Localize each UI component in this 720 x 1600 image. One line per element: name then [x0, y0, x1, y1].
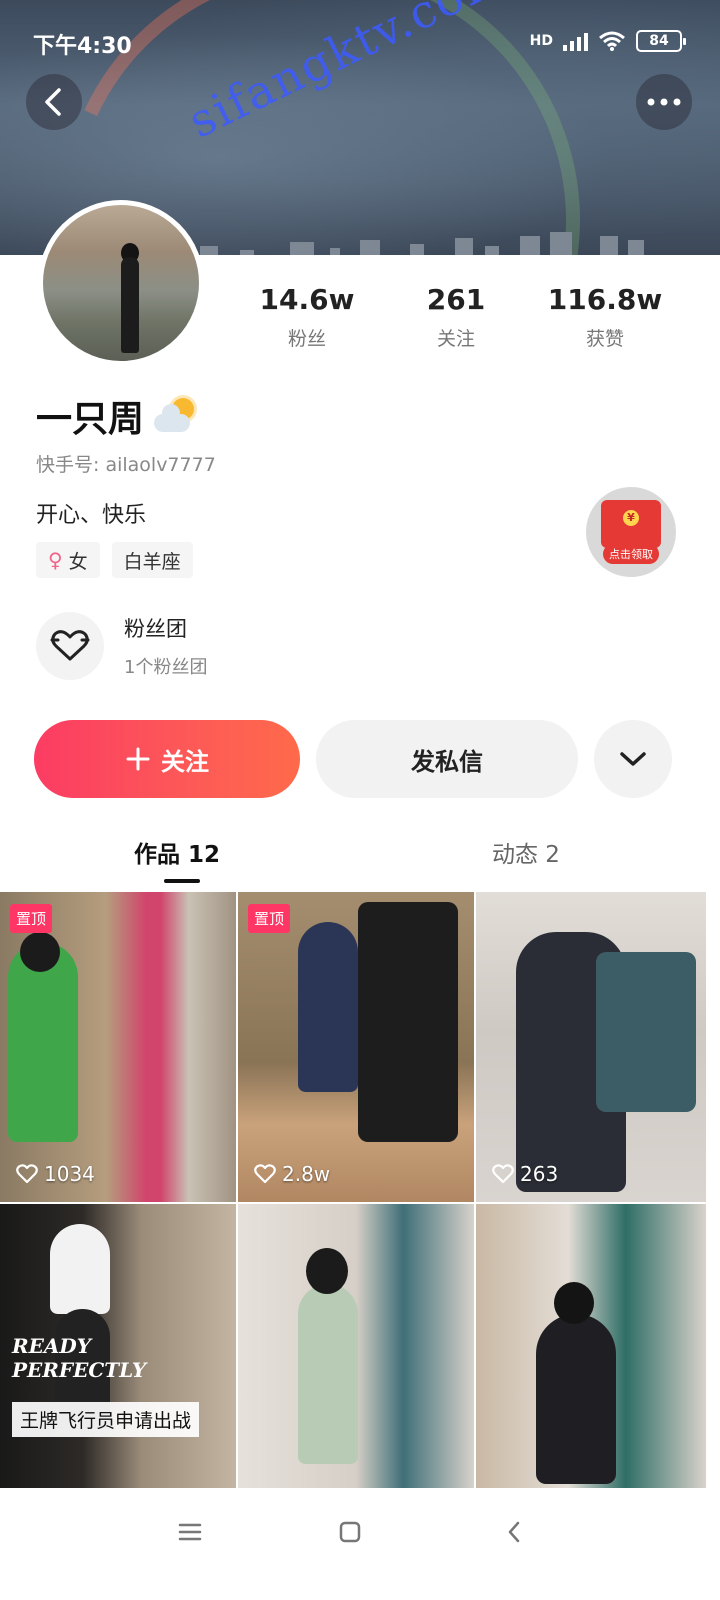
heart-badge-icon [36, 612, 104, 680]
wifi-icon [599, 31, 625, 51]
gender-label: 女 [68, 550, 88, 573]
tab-works[interactable]: 作品 12 [134, 835, 220, 883]
video-caption: 王牌飞行员申请出战 [12, 1402, 200, 1437]
video-thumbnail[interactable]: 置顶 2.8w [238, 892, 474, 1202]
like-count-value: 2.8w [282, 1162, 331, 1186]
video-thumbnail[interactable]: READY PERFECTLY 王牌飞行员申请出战 [0, 1204, 236, 1514]
fan-club-subtitle: 1个粉丝团 [124, 657, 208, 678]
like-count-value: 263 [520, 1162, 559, 1186]
chevron-left-icon [508, 1521, 520, 1543]
pinned-badge: 置顶 [10, 904, 53, 933]
follow-button[interactable]: 关注 [34, 720, 300, 798]
gender-tag: ♀ 女 [36, 542, 100, 578]
heart-icon [492, 1164, 514, 1184]
recent-apps-button[interactable] [170, 1512, 210, 1552]
battery-level: 84 [649, 33, 669, 49]
menu-icon [178, 1523, 202, 1541]
square-icon [339, 1521, 361, 1543]
red-packet-button[interactable]: 点击领取 [586, 487, 676, 577]
network-type: HD [529, 33, 553, 49]
stat-likes[interactable]: 116.8w 获赞 [530, 283, 680, 351]
stat-following-label: 关注 [436, 328, 475, 350]
more-dots-icon [647, 98, 681, 106]
like-count: 1034 [16, 1162, 95, 1186]
content-tabs: 作品 12 动态 2 [0, 835, 720, 887]
stat-following[interactable]: 261 关注 [381, 283, 531, 351]
status-icons: HD 84 [529, 30, 686, 52]
red-envelope-icon [601, 500, 661, 548]
like-count: 263 [492, 1162, 558, 1186]
video-thumbnail[interactable]: 263 [476, 892, 706, 1202]
battery-icon: 84 [636, 30, 686, 52]
follow-label: 关注 [161, 747, 209, 776]
home-button[interactable] [330, 1512, 370, 1552]
signal-icon [563, 31, 588, 51]
heart-icon [254, 1164, 276, 1184]
heart-icon [16, 1164, 38, 1184]
tab-moments[interactable]: 动态 2 [492, 835, 560, 869]
pinned-badge: 置顶 [248, 904, 291, 933]
message-label: 发私信 [411, 747, 483, 776]
video-thumbnail[interactable]: 置顶 1034 [0, 892, 236, 1202]
profile-name: 一只周 [36, 399, 145, 440]
chevron-left-icon [45, 88, 61, 116]
plus-icon [126, 747, 150, 771]
message-button[interactable]: 发私信 [316, 720, 578, 798]
stat-likes-value: 116.8w [547, 283, 663, 316]
profile-bio: 开心、快乐 [36, 503, 147, 528]
fan-club-title: 粉丝团 [124, 617, 187, 641]
zodiac-label: 白羊座 [123, 550, 181, 573]
kuaishou-id: 快手号: ailaolv7777 [36, 454, 216, 476]
fan-club-entry[interactable]: 粉丝团 1个粉丝团 [36, 612, 207, 680]
stat-followers-value: 14.6w [259, 283, 355, 316]
status-bar: 下午4:30 HD 84 [0, 0, 720, 80]
stat-followers[interactable]: 14.6w 粉丝 [232, 283, 382, 351]
video-grid: 置顶 1034 置顶 2.8w 263 READY PERFECTLY 王牌飞行… [0, 892, 720, 1514]
like-count: 2.8w [254, 1162, 330, 1186]
stat-likes-label: 获赞 [585, 328, 624, 350]
expand-button[interactable] [594, 720, 672, 798]
back-button[interactable] [26, 74, 82, 130]
stat-followers-label: 粉丝 [287, 328, 326, 350]
video-overlay-text: READY PERFECTLY [12, 1334, 147, 1382]
zodiac-tag: 白羊座 [111, 542, 193, 578]
status-time: 下午4:30 [33, 34, 132, 59]
chevron-down-icon [620, 752, 646, 766]
system-back-button[interactable] [494, 1512, 534, 1552]
sun-cloud-icon [152, 396, 198, 436]
like-count-value: 1034 [44, 1162, 95, 1186]
stat-following-value: 261 [426, 283, 486, 316]
female-icon: ♀ [48, 548, 63, 572]
video-thumbnail[interactable] [476, 1204, 706, 1514]
system-nav-bar [0, 1488, 720, 1600]
name-row: 一只周 [36, 390, 198, 442]
profile-tags: ♀ 女 白羊座 [36, 542, 193, 578]
avatar[interactable] [38, 200, 204, 366]
more-options-button[interactable] [636, 74, 692, 130]
video-thumbnail[interactable] [238, 1204, 474, 1514]
